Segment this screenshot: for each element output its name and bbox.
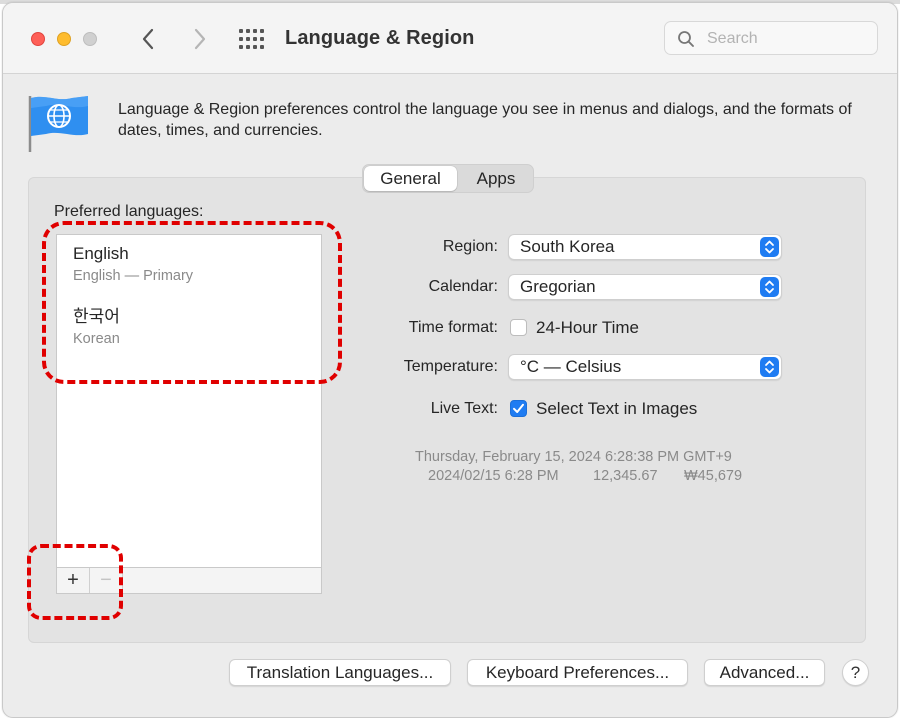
list-item[interactable]: English English — Primary	[73, 244, 193, 284]
select-text-in-images-checkbox[interactable]	[510, 400, 527, 417]
help-button[interactable]: ?	[842, 659, 869, 686]
region-label: Region:	[442, 238, 498, 255]
calendar-value: Gregorian	[520, 277, 596, 296]
tab-apps[interactable]: Apps	[459, 166, 533, 191]
language-name: 한국어	[73, 307, 120, 326]
language-detail: Korean	[73, 331, 120, 347]
content-layer: Language & Region preferences control th…	[0, 0, 900, 718]
popup-chevron-icon	[760, 237, 779, 257]
remove-language-button[interactable]: −	[90, 568, 123, 593]
pane-description: Language & Region preferences control th…	[118, 101, 852, 139]
flag-globe-icon	[28, 96, 88, 152]
tab-bar: General Apps	[362, 164, 534, 193]
24-hour-time-checkbox[interactable]	[510, 319, 527, 336]
list-item[interactable]: 한국어 Korean	[73, 302, 120, 347]
calendar-label: Calendar:	[428, 278, 498, 295]
sample-number: 12,345.67	[593, 468, 658, 484]
sample-datetime-short: 2024/02/15 6:28 PM	[428, 468, 559, 484]
calendar-popup[interactable]: Gregorian	[508, 274, 782, 300]
translation-languages-button[interactable]: Translation Languages...	[229, 659, 451, 686]
language-detail: English — Primary	[73, 268, 194, 284]
language-name: English	[73, 244, 129, 263]
advanced-button[interactable]: Advanced...	[704, 659, 825, 686]
keyboard-preferences-button[interactable]: Keyboard Preferences...	[467, 659, 688, 686]
preferred-languages-list[interactable]: English English — Primary 한국어 Korean	[56, 234, 322, 568]
sample-datetime-long: Thursday, February 15, 2024 6:28:38 PM G…	[415, 449, 732, 465]
list-footer: + −	[56, 567, 322, 594]
popup-chevron-icon	[760, 277, 779, 297]
temperature-label: Temperature:	[403, 358, 498, 375]
preferred-languages-label: Preferred languages:	[54, 203, 204, 220]
region-value: South Korea	[520, 237, 615, 256]
live-text-label: Live Text:	[430, 400, 498, 417]
time-format-label: Time format:	[408, 319, 498, 336]
region-popup[interactable]: South Korea	[508, 234, 782, 260]
temperature-popup[interactable]: °C — Celsius	[508, 354, 782, 380]
tab-general[interactable]: General	[364, 166, 457, 191]
add-language-button[interactable]: +	[57, 568, 90, 593]
popup-chevron-icon	[760, 357, 779, 377]
temperature-value: °C — Celsius	[520, 357, 622, 376]
checkmark-icon	[513, 403, 524, 413]
24-hour-time-label[interactable]: 24-Hour Time	[536, 318, 639, 338]
select-text-in-images-label[interactable]: Select Text in Images	[536, 399, 697, 419]
sample-currency: ₩45,679	[684, 468, 743, 484]
